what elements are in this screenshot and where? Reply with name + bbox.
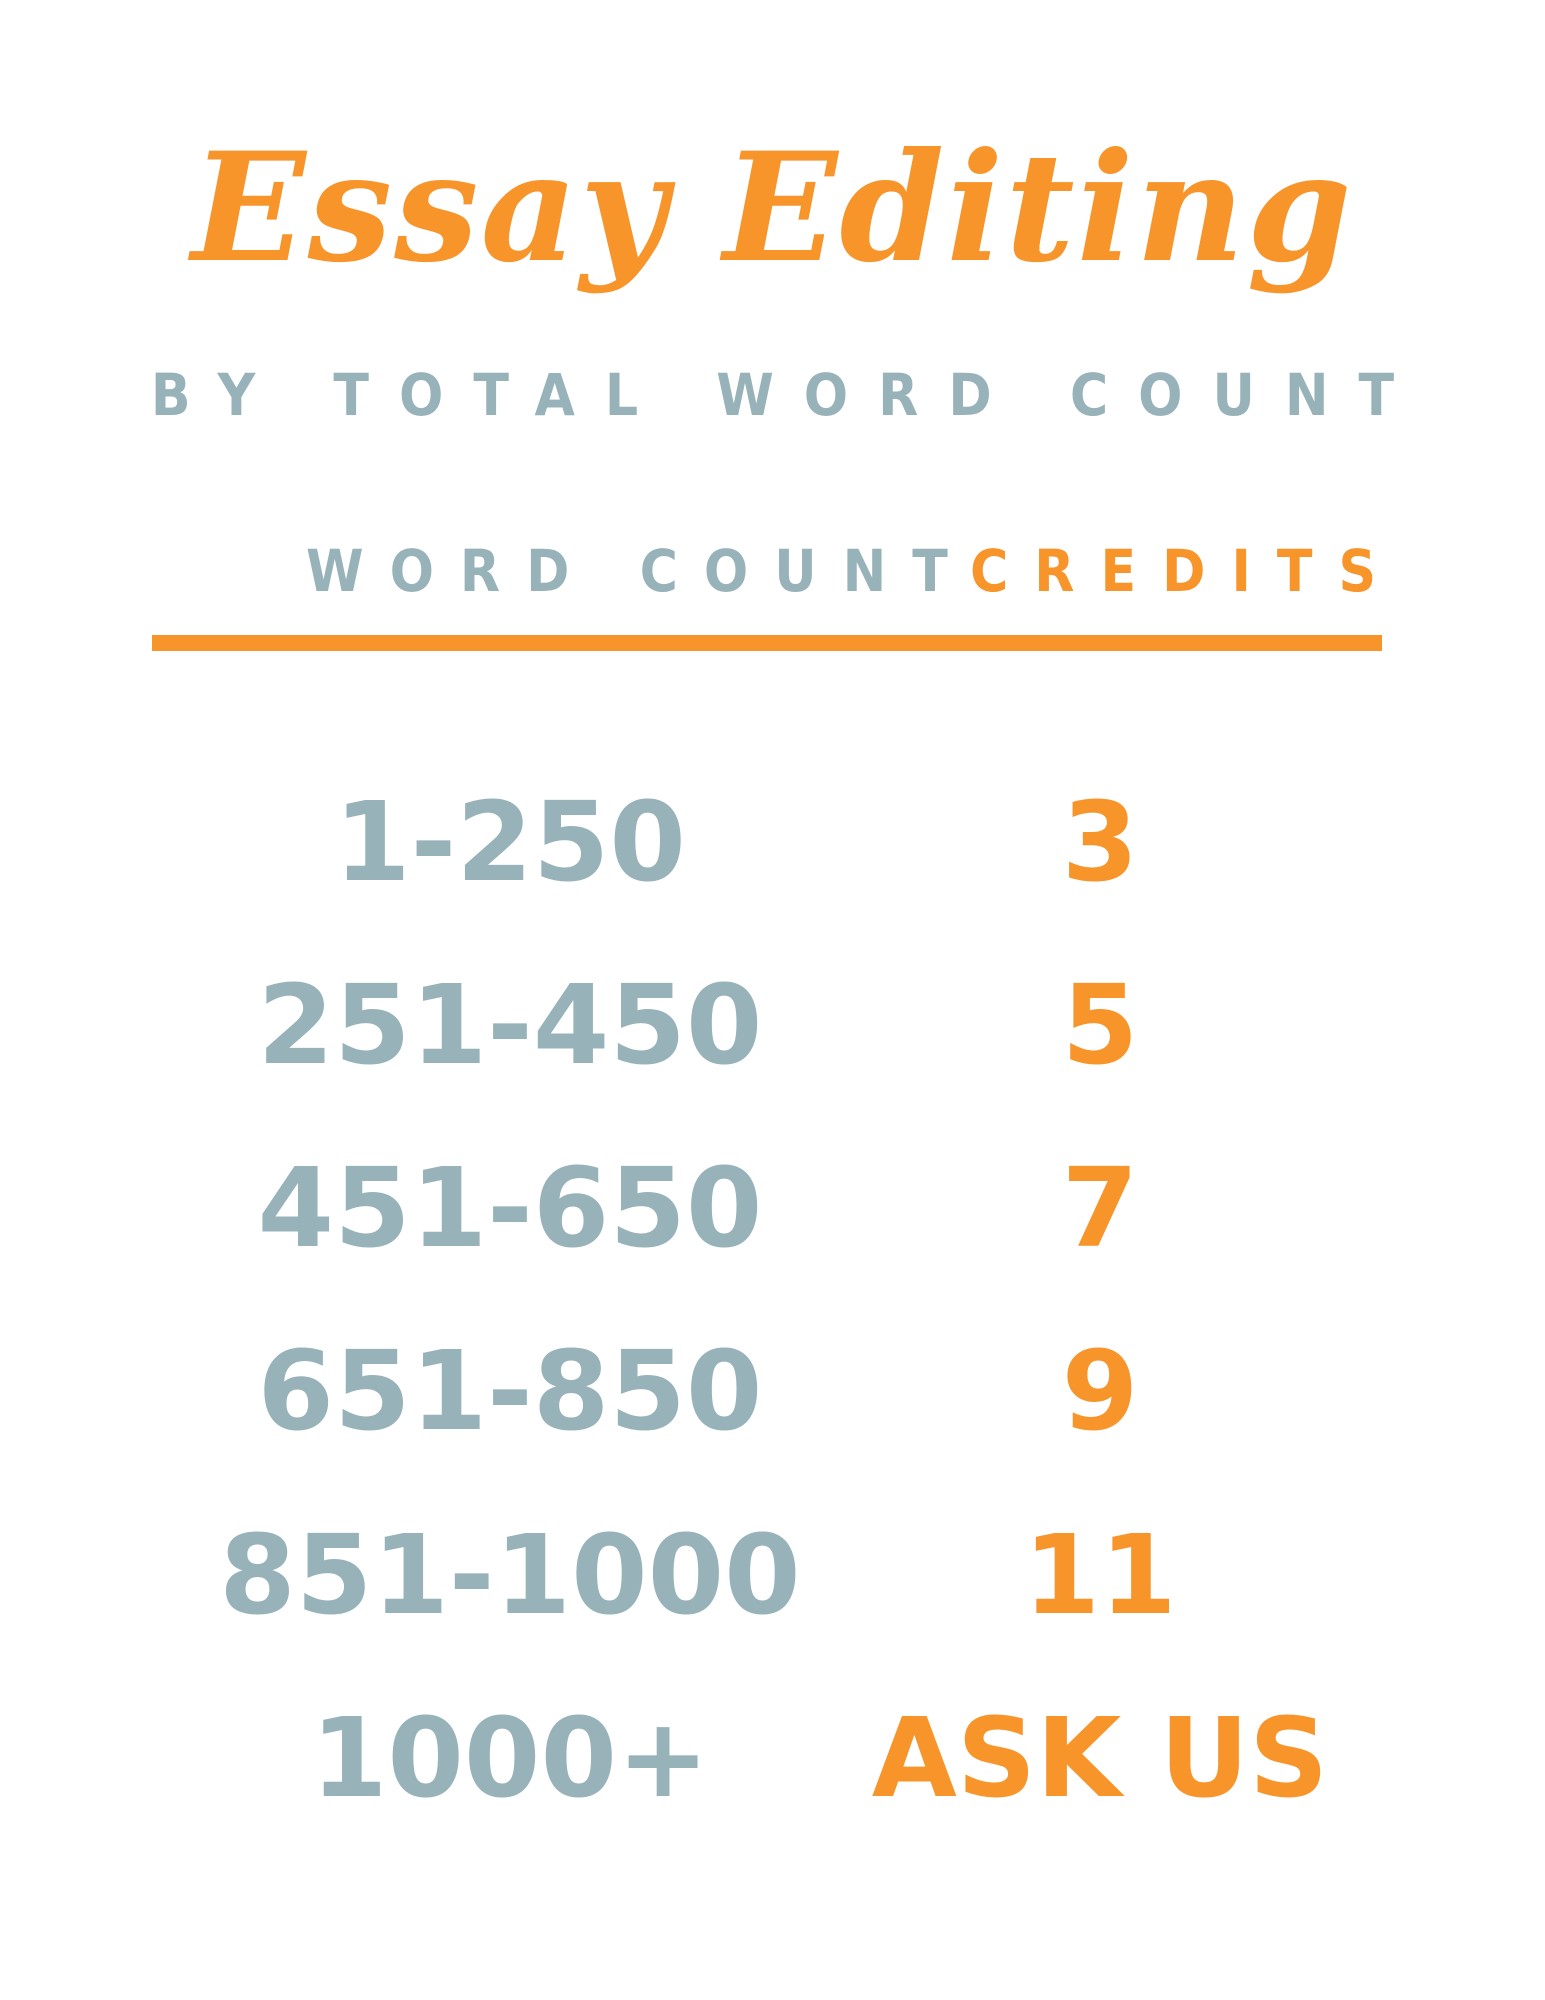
page-title: Essay Editing (191, 120, 1354, 296)
table-row: 851-1000 11 (0, 1515, 1545, 1635)
page-subtitle: BY TOTAL WORD COUNT (150, 361, 1425, 429)
credits-cell: 9 (1061, 1327, 1139, 1455)
credits-cell: 11 (1023, 1511, 1177, 1639)
table-row: 651-850 9 (0, 1331, 1545, 1451)
credits-header: CREDITS (970, 537, 1403, 605)
credits-cell: 5 (1061, 961, 1139, 1089)
word-count-cell: 651-850 (257, 1327, 763, 1455)
table-row: 451-650 7 (0, 1148, 1545, 1268)
pricing-page: Essay Editing BY TOTAL WORD COUNT WORD C… (0, 0, 1545, 2000)
table-row: 1000+ ASK US (0, 1698, 1545, 1818)
header-divider (152, 635, 1382, 651)
word-count-cell: 851-1000 (219, 1511, 801, 1639)
word-count-cell: 451-650 (257, 1144, 763, 1272)
word-count-cell: 251-450 (257, 961, 763, 1089)
word-count-cell: 1000+ (310, 1694, 710, 1822)
word-count-header: WORD COUNT (306, 537, 974, 605)
table-row: 1-250 3 (0, 782, 1545, 902)
table-row: 251-450 5 (0, 965, 1545, 1085)
credits-cell: 7 (1061, 1144, 1139, 1272)
credits-cell: ASK US (871, 1694, 1329, 1822)
credits-cell: 3 (1061, 778, 1139, 906)
word-count-cell: 1-250 (334, 778, 686, 906)
